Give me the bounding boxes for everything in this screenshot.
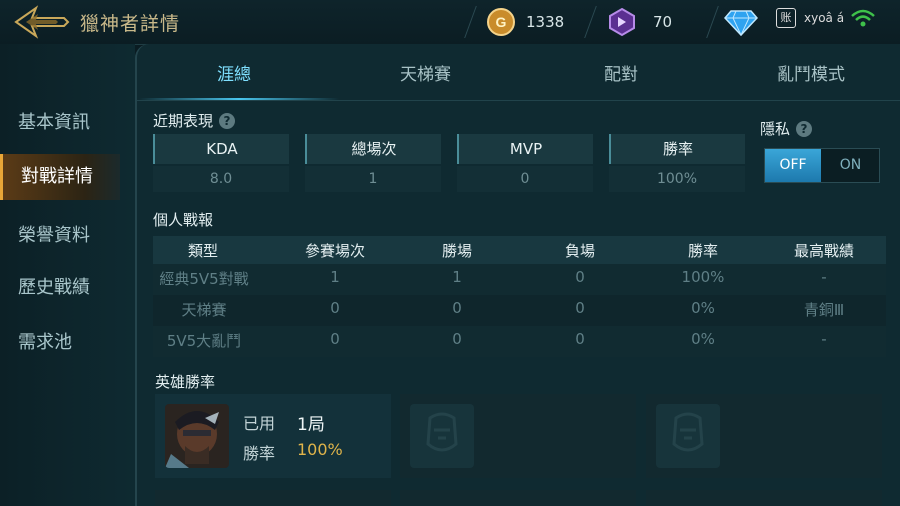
sidebar-item-request-pool[interactable]: 需求池 [0,320,120,366]
page-title: 獵神者詳情 [80,13,181,35]
help-icon[interactable]: ? [219,113,236,129]
tab-ladder[interactable]: 天梯賽 [400,60,451,85]
svg-text:G: G [496,14,507,30]
hero-card-empty [646,394,882,478]
row-type: 5V5大亂鬥 [166,332,242,350]
column-header-games: 參賽場次 [304,242,365,260]
privacy-label: 隱私 [760,120,791,138]
crystal-counter: 70 [607,4,672,40]
row-best-record: - [821,268,827,286]
stat-value-total-games: 1 [305,166,441,192]
app-notification-icon: 账 [776,8,796,28]
privacy-toggle[interactable]: OFF ON [764,148,880,183]
diamond-icon [724,10,758,37]
recent-performance-label: 近期表現 [153,112,214,130]
row-wins: 0 [452,299,462,317]
stat-header-total-games: 總場次 [305,134,441,164]
help-icon[interactable]: ? [796,121,813,137]
row-type: 天梯賽 [181,301,227,319]
sidebar-item-match-history[interactable]: 歷史戰績 [0,265,120,311]
hero-used-label: 已用 [243,414,276,433]
sidebar-item-basic-info[interactable]: 基本資訊 [0,100,120,146]
stat-header-mvp: MVP [457,134,593,164]
column-header-type: 類型 [187,242,218,260]
wifi-icon [851,9,875,27]
tab-overview[interactable]: 涯總 [217,60,251,85]
row-losses: 0 [575,299,585,317]
hero-rate-value: 100% [297,440,343,459]
hero-card[interactable]: 已用 1局 勝率 100% [155,394,391,478]
hero-card-partial [400,490,636,506]
stat-value-kda: 8.0 [153,166,289,192]
hero-rate-label: 勝率 [243,444,276,463]
column-header-best-record: 最高戰績 [793,242,854,260]
stat-value-mvp: 0 [457,166,593,192]
row-wins: 1 [452,268,462,286]
row-win-rate: 0% [691,299,715,317]
row-win-rate: 0% [691,330,715,348]
back-arrow-icon[interactable] [12,4,70,40]
hero-card-partial [646,490,882,506]
active-tab-indicator [139,98,339,100]
sidebar: 基本資訊 對戰詳情 榮譽資料 歷史戰績 需求池 [0,44,135,506]
privacy-on-option[interactable]: ON [822,149,879,182]
gold-value: 1338 [526,13,565,31]
hero-avatar [165,404,229,468]
recent-performance-title: 近期表現? [153,110,236,131]
row-games: 0 [330,330,340,348]
row-losses: 0 [575,268,585,286]
row-best-record: - [821,330,827,348]
crystal-value: 70 [653,13,673,31]
column-header-wins: 勝場 [441,242,472,260]
tab-brawl-mode[interactable]: 亂鬥模式 [777,60,845,85]
row-games: 1 [330,268,340,286]
row-losses: 0 [575,330,585,348]
row-win-rate: 100% [681,268,725,286]
stat-value-win-rate: 100% [609,166,745,192]
column-header-win-rate: 勝率 [687,242,718,260]
hero-card-empty [400,394,636,478]
crystal-icon [609,7,635,37]
stat-header-win-rate: 勝率 [609,134,745,164]
personal-report-title: 個人戰報 [153,211,214,229]
hero-placeholder-icon [656,404,720,468]
row-best-record: 青銅Ⅲ [803,301,845,319]
gold-coin-icon: G [487,8,515,36]
tab-matchmaking[interactable]: 配對 [604,60,638,85]
hero-portrait-icon [165,404,229,468]
stat-header-kda: KDA [153,134,289,164]
sidebar-item-honor-data[interactable]: 榮譽資料 [0,213,120,259]
sidebar-item-match-details[interactable]: 對戰詳情 [0,154,120,200]
hero-placeholder-icon [410,404,474,468]
row-type: 經典5V5對戰 [159,270,249,288]
column-header-losses: 負場 [564,242,595,260]
status-bar-icons: 账 xyoâ á [776,8,876,28]
status-text: xyoâ á [804,11,845,25]
hero-used-value: 1局 [297,415,325,435]
privacy-title: 隱私? [760,118,813,139]
diamond-counter [724,4,758,40]
gold-counter: G 1338 [486,4,564,40]
privacy-off-option[interactable]: OFF [765,149,821,182]
hero-card-partial [155,490,391,506]
hero-win-rate-title: 英雄勝率 [155,373,216,391]
tab-bar: 涯總 天梯賽 配對 亂鬥模式 [137,44,900,101]
row-games: 0 [330,299,340,317]
row-wins: 0 [452,330,462,348]
top-bar: 獵神者詳情 G 1338 70 账 xyoâ á [0,0,900,45]
